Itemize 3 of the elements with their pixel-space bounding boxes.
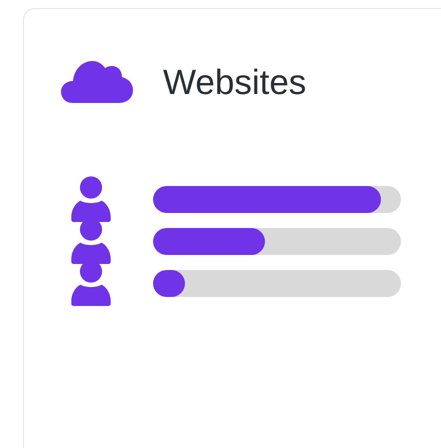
user-icon (71, 176, 111, 222)
card-title: Websites (163, 64, 306, 100)
cloud-icon (61, 61, 133, 103)
